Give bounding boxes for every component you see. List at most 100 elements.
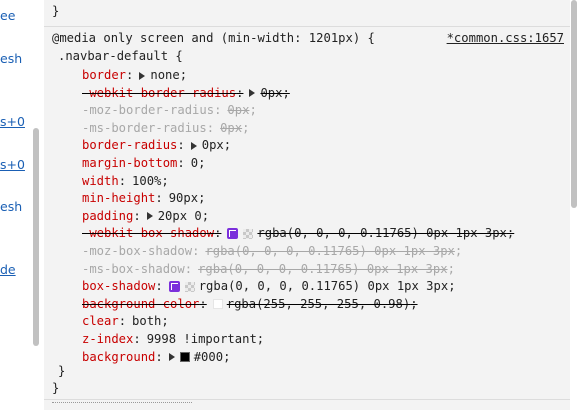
colon-separator: : xyxy=(155,279,163,294)
left-text-fragment: esh xyxy=(0,199,23,214)
right-scrollbar-thumb[interactable] xyxy=(571,0,577,208)
rule-selector[interactable]: .navbar-default { xyxy=(58,49,183,63)
semicolon: ; xyxy=(179,68,188,82)
css-property-value[interactable]: 9998 !important xyxy=(147,331,257,348)
left-link-fragment[interactable]: de xyxy=(0,262,16,277)
css-property-value[interactable]: #000 xyxy=(194,349,223,366)
colon-separator: : xyxy=(192,244,200,258)
colon-separator: : xyxy=(155,191,163,206)
css-declaration[interactable]: clear: both; xyxy=(82,313,169,330)
left-panel-strip: ee esh s+0 s+0 esh de xyxy=(0,0,40,410)
css-declaration[interactable]: -moz-box-shadow: rgba(0, 0, 0, 0.11765) 0… xyxy=(82,243,462,260)
css-property-value[interactable]: 0px xyxy=(220,120,242,137)
colon-separator: : xyxy=(126,68,134,82)
shadow-editor-icon[interactable] xyxy=(227,228,239,240)
shadow-editor-icon[interactable] xyxy=(168,281,180,293)
css-property-value[interactable]: 100% xyxy=(132,173,161,190)
css-property-value[interactable]: rgba(0, 0, 0, 0.11765) 0px 1px 3px xyxy=(205,243,454,260)
expand-shorthand-icon[interactable] xyxy=(190,141,197,150)
css-property-name[interactable]: -webkit-box-shadow xyxy=(82,225,214,242)
semicolon: ; xyxy=(161,173,169,188)
semicolon: ; xyxy=(410,296,418,311)
colon-separator: : xyxy=(133,208,141,223)
css-declaration[interactable]: -webkit-border-radius: 0px; xyxy=(82,85,290,102)
semicolon: ; xyxy=(201,208,210,223)
expand-shorthand-icon[interactable] xyxy=(146,212,153,221)
css-property-name[interactable]: -webkit-border-radius xyxy=(82,85,236,102)
css-declaration[interactable]: -ms-box-shadow: rgba(0, 0, 0, 0.11765) 0p… xyxy=(82,261,455,278)
css-property-value[interactable]: 90px xyxy=(169,190,198,207)
css-property-value[interactable]: 0px xyxy=(260,85,282,102)
expand-shorthand-icon[interactable] xyxy=(249,89,256,98)
color-swatch-icon[interactable] xyxy=(184,281,195,292)
css-property-name[interactable]: padding xyxy=(82,208,133,225)
css-declaration[interactable]: -moz-border-radius:0px; xyxy=(82,102,257,119)
semicolon: ; xyxy=(242,120,250,135)
css-declaration[interactable]: width:100%; xyxy=(82,173,169,190)
expand-shorthand-icon[interactable] xyxy=(139,71,146,80)
css-declaration[interactable]: border-radius: 0px; xyxy=(82,137,231,154)
css-property-value[interactable]: both xyxy=(132,313,161,330)
css-declaration[interactable]: background: #000; xyxy=(82,349,230,366)
css-property-value[interactable]: rgba(0, 0, 0, 0.11765) 0px 1px 3px xyxy=(199,278,448,295)
colon-separator: : xyxy=(118,314,127,329)
css-property-name[interactable]: width xyxy=(82,173,119,190)
expand-shorthand-icon[interactable] xyxy=(168,353,175,362)
colon-separator: : xyxy=(214,226,222,241)
css-property-value[interactable]: 0 xyxy=(191,155,198,172)
css-property-value[interactable]: 20px 0 xyxy=(158,208,202,225)
css-declaration[interactable]: padding: 20px 0; xyxy=(82,208,209,225)
colon-separator: : xyxy=(199,296,207,311)
css-declaration[interactable]: background-color: rgba(255, 255, 255, 0.9… xyxy=(82,296,418,313)
css-property-name[interactable]: clear xyxy=(82,313,119,330)
color-swatch-icon[interactable] xyxy=(212,299,223,310)
css-property-value[interactable]: rgba(255, 255, 255, 0.98) xyxy=(227,296,410,313)
css-property-value[interactable]: none xyxy=(150,67,179,84)
colon-separator: : xyxy=(177,138,185,153)
css-property-name[interactable]: background-color xyxy=(82,296,199,313)
colon-separator: : xyxy=(236,85,244,100)
semicolon: ; xyxy=(249,103,257,118)
css-property-name[interactable]: -ms-border-radius xyxy=(82,120,207,137)
css-property-name[interactable]: -ms-box-shadow xyxy=(82,261,185,278)
css-property-name[interactable]: box-shadow xyxy=(82,278,155,295)
left-scrollbar-thumb[interactable] xyxy=(33,128,39,346)
css-declaration[interactable]: -ms-border-radius:0px; xyxy=(82,120,249,137)
left-text-fragment: ee xyxy=(0,8,16,23)
css-property-name[interactable]: border xyxy=(82,67,126,84)
media-query: @media only screen and (min-width: 1201p… xyxy=(52,31,375,45)
css-declaration[interactable]: border: none; xyxy=(82,67,187,84)
semicolon: ; xyxy=(454,244,463,258)
semicolon: ; xyxy=(161,314,169,329)
semicolon: ; xyxy=(448,279,456,294)
css-property-name[interactable]: -moz-border-radius xyxy=(82,102,214,119)
colon-separator: : xyxy=(177,156,185,170)
css-declaration[interactable]: margin-bottom:0; xyxy=(82,155,205,172)
colon-separator: : xyxy=(118,173,127,188)
semicolon: ; xyxy=(256,332,265,346)
css-declaration[interactable]: box-shadow: rgba(0, 0, 0, 0.11765) 0px 1p… xyxy=(82,278,456,295)
css-declaration[interactable]: -webkit-box-shadow: rgba(0, 0, 0, 0.11765… xyxy=(82,225,514,242)
css-rule-block: @media only screen and (min-width: 1201p… xyxy=(44,27,570,400)
color-swatch-icon[interactable] xyxy=(243,228,254,239)
css-declaration[interactable]: min-height:90px; xyxy=(82,190,205,207)
left-link-fragment[interactable]: s+0 xyxy=(0,157,25,172)
stylesheet-source-link[interactable]: *common.css:1657 xyxy=(447,31,564,45)
css-property-name[interactable]: z-index xyxy=(82,331,133,348)
semicolon: ; xyxy=(198,191,206,206)
css-declaration[interactable]: z-index:9998 !important; xyxy=(82,331,264,348)
colon-separator: : xyxy=(214,103,222,118)
css-property-value[interactable]: rgba(0, 0, 0, 0.11765) 0px 1px 3px xyxy=(198,261,447,278)
css-property-value[interactable]: 0px xyxy=(202,137,224,154)
css-property-name[interactable]: margin-bottom xyxy=(82,155,177,172)
css-property-value[interactable]: rgba(0, 0, 0, 0.11765) 0px 1px 3px xyxy=(257,225,506,242)
media-close-brace: } xyxy=(52,381,60,395)
css-property-name[interactable]: border-radius xyxy=(82,137,177,154)
previous-rule-close-brace: } xyxy=(52,4,60,18)
css-property-name[interactable]: min-height xyxy=(82,190,155,207)
css-property-name[interactable]: -moz-box-shadow xyxy=(82,243,192,260)
css-property-value[interactable]: 0px xyxy=(227,102,249,119)
css-property-name[interactable]: background xyxy=(82,349,155,366)
color-swatch-icon[interactable] xyxy=(179,352,190,363)
left-link-fragment[interactable]: s+0 xyxy=(0,114,25,129)
